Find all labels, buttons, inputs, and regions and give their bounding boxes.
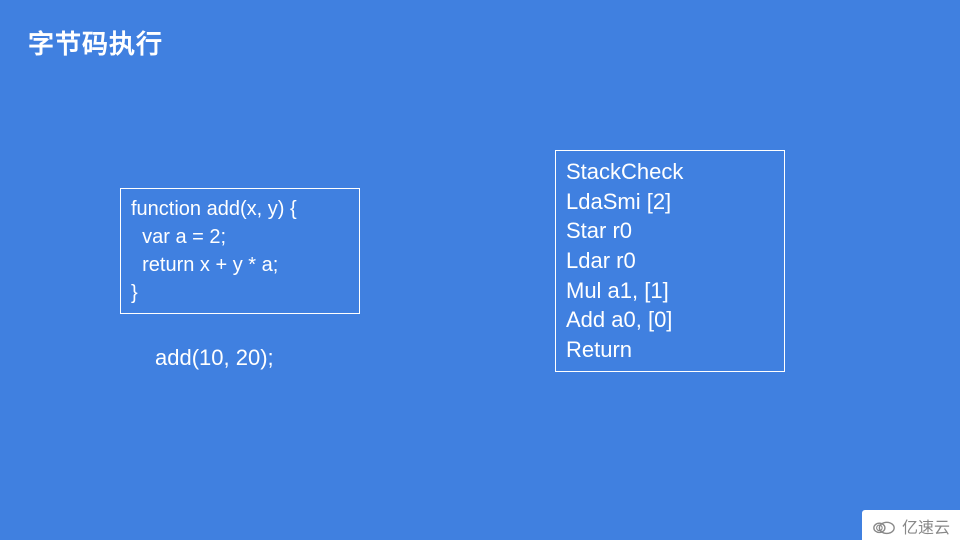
bytecode-box: StackCheck LdaSmi [2] Star r0 Ldar r0 Mu… [555, 150, 785, 372]
bytecode-line: Return [566, 335, 774, 365]
bytecode-line: Mul a1, [1] [566, 276, 774, 306]
source-code-line: function add(x, y) { [131, 195, 349, 223]
source-code-line: var a = 2; [131, 223, 349, 251]
bytecode-line: Ldar r0 [566, 246, 774, 276]
source-code-line: return x + y * a; [131, 251, 349, 279]
bytecode-line: Star r0 [566, 216, 774, 246]
cloud-sync-icon [872, 517, 896, 535]
bytecode-line: LdaSmi [2] [566, 187, 774, 217]
bytecode-line: Add a0, [0] [566, 305, 774, 335]
slide-title: 字节码执行 [28, 24, 163, 61]
function-call-line: add(10, 20); [155, 345, 274, 371]
bytecode-line: StackCheck [566, 157, 774, 187]
source-code-box: function add(x, y) { var a = 2; return x… [120, 188, 360, 314]
watermark-text: 亿速云 [902, 514, 950, 538]
source-code-line: } [131, 279, 349, 307]
watermark: 亿速云 [862, 510, 960, 540]
